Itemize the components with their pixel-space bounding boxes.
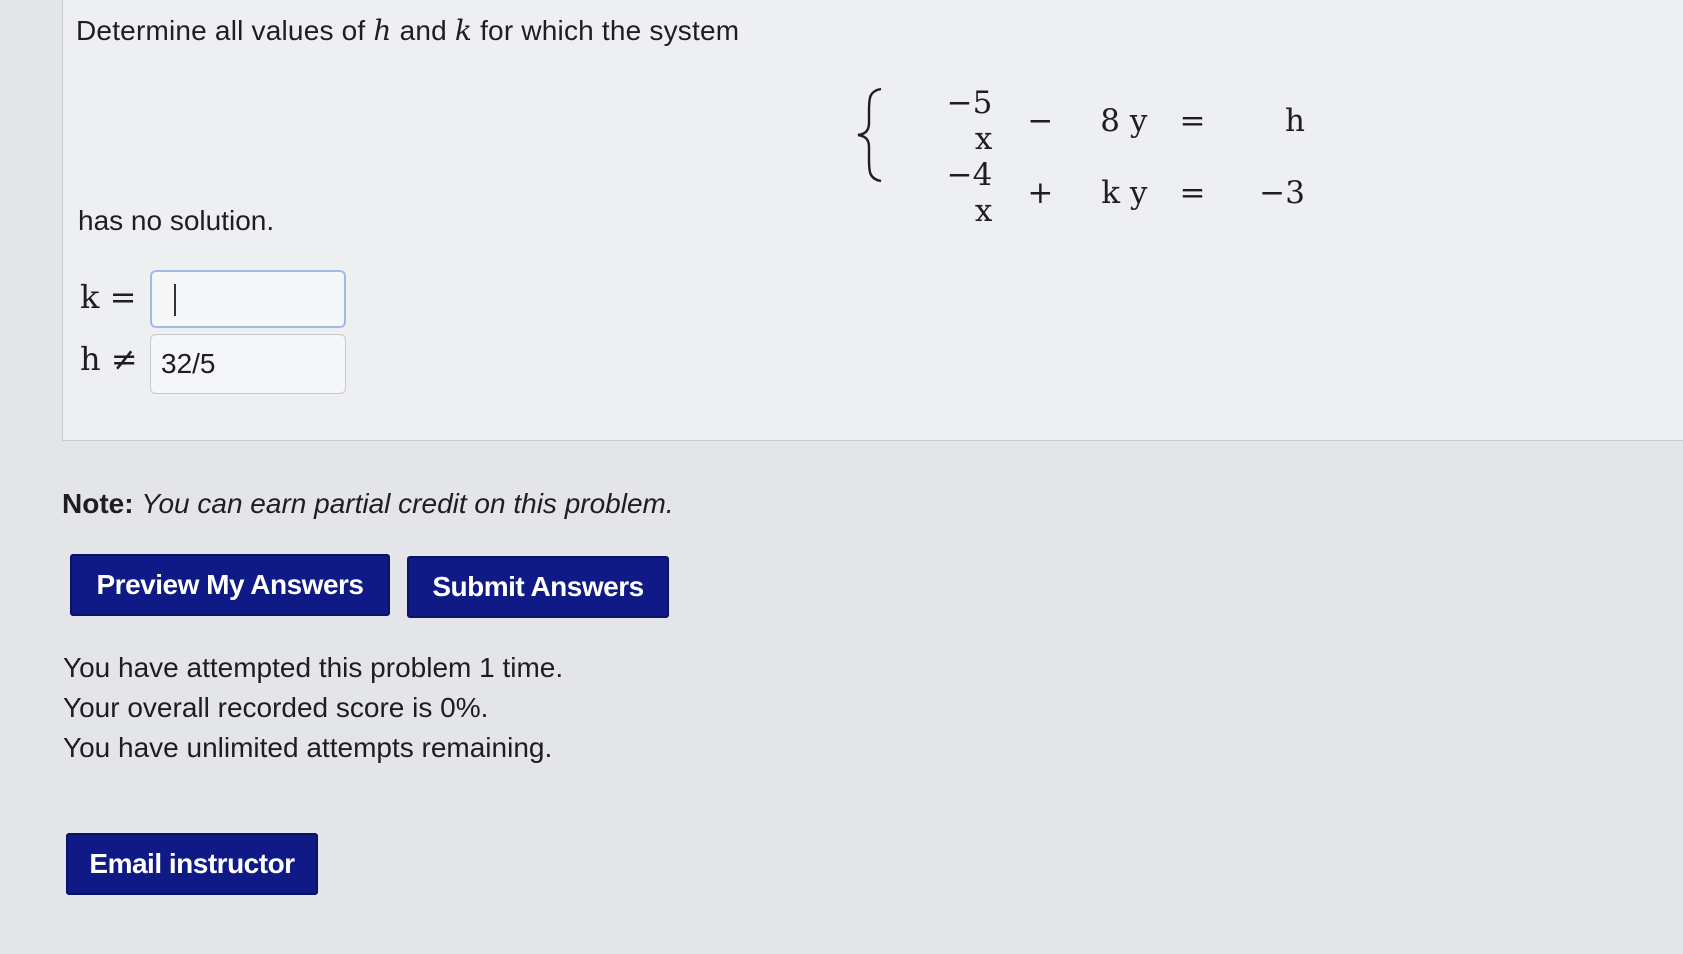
h-answer-label: h ≠ (80, 340, 138, 378)
left-brace-icon (857, 87, 882, 183)
eq1-term-x: −5 x (946, 85, 993, 157)
no-solution-text: has no solution. (78, 205, 275, 236)
email-instructor-button[interactable]: Email instructor (66, 833, 318, 895)
eq1-term-y: 8 y (1100, 103, 1148, 139)
note-label: Note: (62, 488, 134, 519)
eq1-operator: − (1027, 103, 1054, 139)
intro-prefix: Determine all values of (76, 15, 366, 46)
text-caret (174, 284, 176, 316)
attempts-text: You have attempted this problem 1 time. (63, 652, 564, 683)
partial-credit-note: Note: You can earn partial credit on thi… (62, 488, 674, 520)
submit-answers-button[interactable]: Submit Answers (407, 556, 669, 618)
preview-answers-button[interactable]: Preview My Answers (70, 554, 390, 616)
equation-row-2: −4 x + k y = −3 (923, 157, 1305, 229)
equation-table: −5 x − 8 y = h −4 x + k y = −3 (923, 85, 1305, 229)
eq2-rhs: −3 (1259, 175, 1305, 211)
attempt-status: You have attempted this problem 1 time. … (63, 648, 563, 768)
eq1-rhs: h (1285, 103, 1305, 139)
remaining-attempts-text: You have unlimited attempts remaining. (63, 732, 553, 763)
problem-statement: Determine all values of h and k for whic… (76, 14, 739, 47)
k-answer-label: k = (80, 278, 137, 316)
intro-suffix: for which the system (480, 15, 740, 46)
score-text: Your overall recorded score is 0%. (63, 692, 489, 723)
eq1-equals: = (1179, 103, 1206, 139)
eq2-term-y: k y (1101, 175, 1148, 211)
intro-and: and (399, 15, 447, 46)
equation-system: −5 x − 8 y = h −4 x + k y = −3 (855, 85, 1305, 229)
eq2-operator: + (1027, 175, 1054, 211)
variable-k: k (454, 14, 473, 47)
equation-row-1: −5 x − 8 y = h (923, 85, 1305, 157)
eq2-term-x: −4 x (946, 157, 993, 229)
variable-h: h (373, 14, 392, 47)
eq2-equals: = (1179, 175, 1206, 211)
k-answer-input[interactable] (150, 270, 346, 328)
h-answer-input[interactable] (150, 334, 346, 394)
note-text: You can earn partial credit on this prob… (141, 488, 674, 519)
